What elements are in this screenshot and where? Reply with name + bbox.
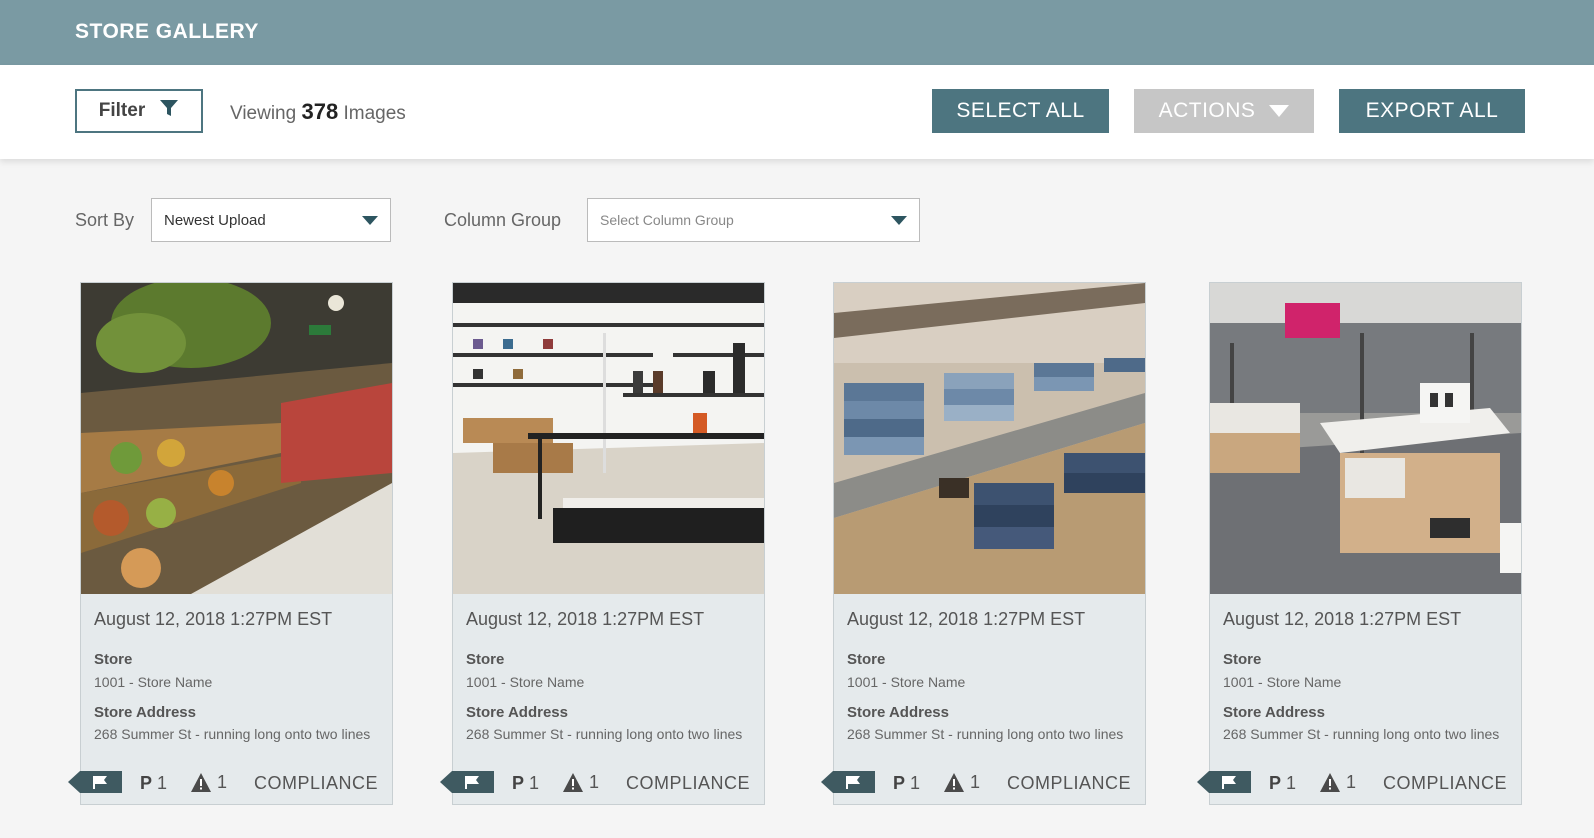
priority-count: 1	[529, 773, 540, 793]
store-address-label: Store Address	[1223, 704, 1325, 721]
store-address-value: 268 Summer St - running long onto two li…	[847, 726, 1124, 742]
priority-indicator: P 1	[893, 773, 920, 794]
store-address-label: Store Address	[94, 704, 196, 721]
viewing-suffix: Images	[343, 103, 406, 124]
card-footer: P 1 1 COMPLIANCE	[68, 771, 392, 797]
priority-indicator: P 1	[140, 773, 167, 794]
column-group-select[interactable]: Select Column Group	[587, 198, 920, 242]
export-all-label: EXPORT ALL	[1365, 99, 1499, 122]
priority-count: 1	[1286, 773, 1297, 793]
export-all-button[interactable]: EXPORT ALL	[1339, 89, 1525, 133]
card-footer: P 1 1 COMPLIANCE	[1197, 771, 1521, 797]
priority-letter: P	[512, 773, 525, 793]
gallery-card[interactable]: August 12, 2018 1:27PM EST Store 1001 - …	[440, 282, 765, 805]
column-group-placeholder: Select Column Group	[600, 212, 734, 228]
column-group-label: Column Group	[444, 210, 562, 230]
store-value: 1001 - Store Name	[1223, 674, 1342, 690]
flag-button[interactable]	[440, 771, 494, 793]
card-footer: P 1 1 COMPLIANCE	[440, 771, 764, 797]
upload-date: August 12, 2018 1:27PM EST	[466, 609, 705, 629]
warning-icon	[563, 773, 583, 792]
filter-icon	[159, 98, 179, 124]
flag-button[interactable]	[1197, 771, 1251, 793]
priority-indicator: P 1	[512, 773, 539, 794]
viewing-count-text: Viewing 378 Images	[230, 99, 406, 125]
store-address-label: Store Address	[847, 704, 949, 721]
warning-count: 1	[589, 772, 600, 792]
warning-indicator: 1	[191, 772, 227, 793]
upload-date: August 12, 2018 1:27PM EST	[1223, 609, 1462, 629]
warning-icon	[944, 773, 964, 792]
app-header: STORE GALLERY	[0, 0, 1594, 65]
warning-icon	[1320, 773, 1340, 792]
select-all-button[interactable]: SELECT ALL	[932, 89, 1109, 133]
priority-letter: P	[893, 773, 906, 793]
sort-by-value: Newest Upload	[164, 212, 266, 229]
upload-date: August 12, 2018 1:27PM EST	[847, 609, 1086, 629]
compliance-label: COMPLIANCE	[1382, 773, 1507, 793]
store-value: 1001 - Store Name	[847, 674, 966, 690]
card-footer: P 1 1 COMPLIANCE	[821, 771, 1145, 797]
store-value: 1001 - Store Name	[466, 674, 585, 690]
viewing-prefix: Viewing	[230, 103, 297, 124]
chevron-down-icon	[1269, 105, 1290, 117]
compliance-label: COMPLIANCE	[625, 773, 750, 793]
warning-indicator: 1	[563, 772, 599, 793]
denim-shelf-photo[interactable]	[834, 283, 1145, 594]
electronics-store-photo[interactable]	[1210, 283, 1521, 594]
filter-button-label: Filter	[98, 100, 146, 121]
priority-letter: P	[140, 773, 153, 793]
warning-count: 1	[217, 772, 228, 792]
store-address-value: 268 Summer St - running long onto two li…	[1223, 726, 1500, 742]
sort-by-select[interactable]: Newest Upload	[151, 198, 391, 242]
flag-button[interactable]	[821, 771, 875, 793]
store-value: 1001 - Store Name	[94, 674, 213, 690]
actions-dropdown-button[interactable]: ACTIONS	[1134, 89, 1314, 133]
filter-button[interactable]: Filter	[75, 89, 203, 133]
page-title: STORE GALLERY	[75, 20, 259, 43]
image-count: 378	[301, 99, 339, 124]
actions-label: ACTIONS	[1158, 99, 1256, 122]
warning-indicator: 1	[944, 772, 980, 793]
warning-icon	[191, 773, 211, 792]
store-label: Store	[466, 651, 505, 668]
flag-button[interactable]	[68, 771, 122, 793]
warning-indicator: 1	[1320, 772, 1356, 793]
select-all-label: SELECT ALL	[956, 99, 1085, 122]
priority-indicator: P 1	[1269, 773, 1296, 794]
priority-count: 1	[157, 773, 168, 793]
store-label: Store	[94, 651, 133, 668]
store-label: Store	[1223, 651, 1262, 668]
sort-by-label: Sort By	[75, 210, 135, 230]
gallery-card[interactable]: August 12, 2018 1:27PM EST Store 1001 - …	[68, 282, 393, 805]
toolbar: Filter Viewing 378 Images SELECT ALL ACT…	[0, 65, 1594, 159]
warning-count: 1	[970, 772, 981, 792]
compliance-label: COMPLIANCE	[1006, 773, 1131, 793]
chevron-down-icon	[891, 216, 907, 225]
store-address-value: 268 Summer St - running long onto two li…	[466, 726, 743, 742]
shoe-store-photo[interactable]	[453, 283, 764, 594]
priority-letter: P	[1269, 773, 1282, 793]
chevron-down-icon	[362, 216, 378, 225]
store-label: Store	[847, 651, 886, 668]
grocery-store-photo[interactable]	[81, 283, 392, 594]
warning-count: 1	[1346, 772, 1357, 792]
compliance-label: COMPLIANCE	[253, 773, 378, 793]
gallery-card[interactable]: August 12, 2018 1:27PM EST Store 1001 - …	[1197, 282, 1522, 805]
sort-controls: Sort By Newest Upload Column Group Selec…	[0, 198, 1594, 243]
store-address-label: Store Address	[466, 704, 568, 721]
upload-date: August 12, 2018 1:27PM EST	[94, 609, 333, 629]
priority-count: 1	[910, 773, 921, 793]
gallery-card[interactable]: August 12, 2018 1:27PM EST Store 1001 - …	[821, 282, 1146, 805]
store-address-value: 268 Summer St - running long onto two li…	[94, 726, 371, 742]
